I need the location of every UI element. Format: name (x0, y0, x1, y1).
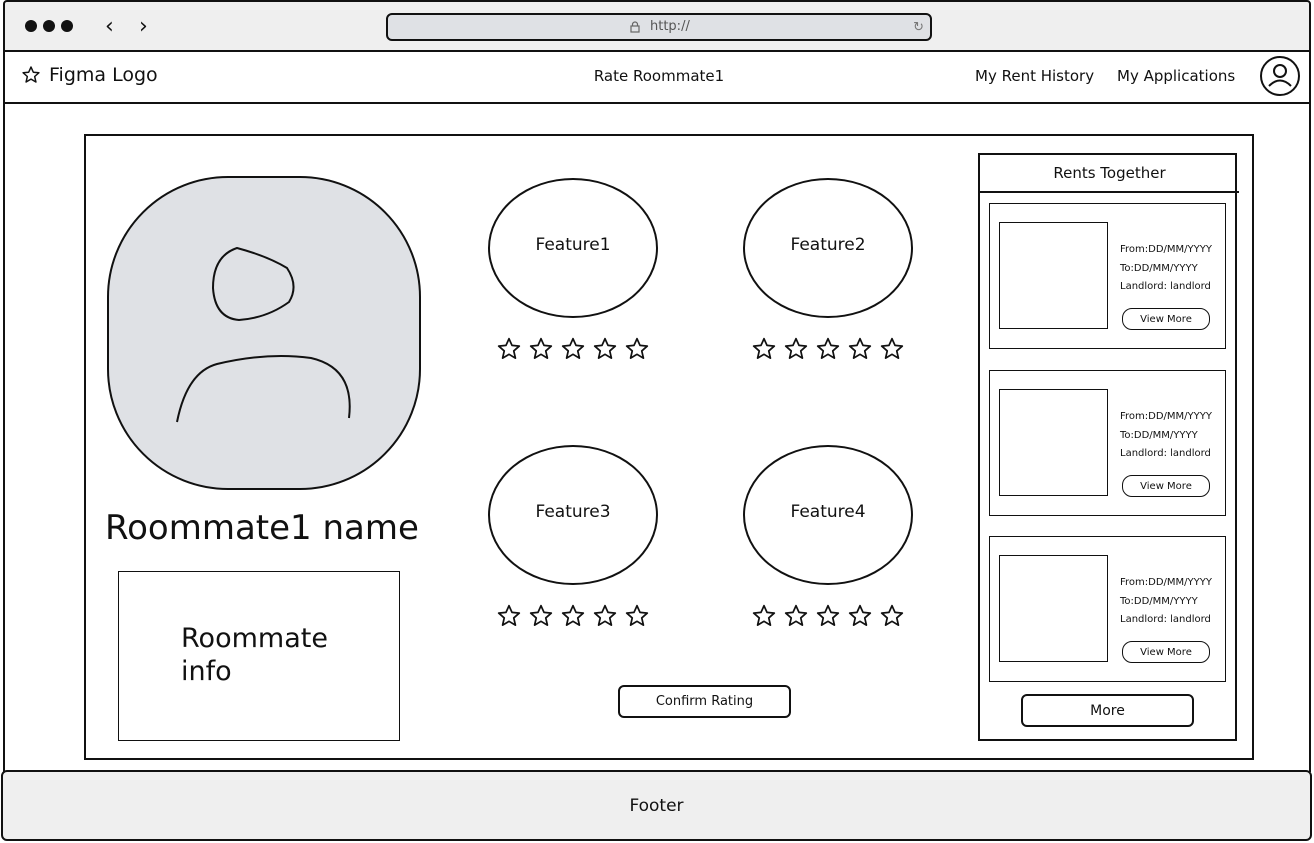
star-icon[interactable] (879, 603, 905, 629)
rents-together-panel: Rents Together From:DD/MM/YYYY To:DD/MM/… (978, 153, 1239, 741)
feature-1-label: Feature1 (535, 235, 611, 255)
star-icon[interactable] (624, 336, 650, 362)
applications-link[interactable]: My Applications (1117, 67, 1235, 85)
feature-2: Feature2 (743, 178, 915, 362)
top-navigation: Figma Logo Rate Roommate1 My Rent Histor… (3, 52, 1311, 104)
window-maximize-dot[interactable] (61, 20, 73, 32)
rent-thumbnail (999, 555, 1108, 662)
feature-3-oval[interactable]: Feature3 (488, 445, 658, 585)
roommate-name: Roommate1 name (105, 508, 419, 548)
browser-chrome: ‹ › http:// ↻ (3, 0, 1311, 52)
star-icon[interactable] (560, 603, 586, 629)
roommate-info-box: Roommate info (118, 571, 400, 741)
logo-label: Figma Logo (49, 64, 158, 86)
rent-thumbnail (999, 389, 1108, 496)
rent-card: From:DD/MM/YYYY To:DD/MM/YYYY Landlord: … (989, 203, 1226, 349)
rent-card: From:DD/MM/YYYY To:DD/MM/YYYY Landlord: … (989, 536, 1226, 682)
window-minimize-dot[interactable] (43, 20, 55, 32)
view-more-button[interactable]: View More (1122, 641, 1210, 663)
roommate-photo-placeholder (107, 176, 421, 490)
feature-4-rating (743, 603, 915, 629)
star-icon[interactable] (783, 336, 809, 362)
star-icon[interactable] (847, 603, 873, 629)
feature-4-oval[interactable]: Feature4 (743, 445, 913, 585)
star-icon[interactable] (496, 336, 522, 362)
feature-3-rating (488, 603, 660, 629)
address-bar[interactable]: http:// ↻ (386, 13, 932, 41)
logo[interactable]: Figma Logo (21, 64, 158, 86)
url-text: http:// (650, 19, 690, 34)
footer: Footer (1, 770, 1312, 841)
feature-4: Feature4 (743, 445, 915, 629)
star-icon[interactable] (624, 603, 650, 629)
star-icon[interactable] (528, 603, 554, 629)
star-icon[interactable] (560, 336, 586, 362)
rent-landlord: Landlord: landlord (1120, 614, 1211, 625)
window-close-dot[interactable] (25, 20, 37, 32)
rent-landlord: Landlord: landlord (1120, 281, 1211, 292)
rent-from-date: From:DD/MM/YYYY (1120, 244, 1212, 255)
star-icon[interactable] (751, 336, 777, 362)
rent-card: From:DD/MM/YYYY To:DD/MM/YYYY Landlord: … (989, 370, 1226, 516)
rent-from-date: From:DD/MM/YYYY (1120, 577, 1212, 588)
star-icon[interactable] (815, 603, 841, 629)
feature-1-rating (488, 336, 660, 362)
feature-2-oval[interactable]: Feature2 (743, 178, 913, 318)
star-icon[interactable] (592, 336, 618, 362)
rent-thumbnail (999, 222, 1108, 329)
star-icon[interactable] (751, 603, 777, 629)
back-arrow-icon[interactable]: ‹ (105, 14, 114, 40)
lock-icon (630, 21, 640, 33)
view-more-button[interactable]: View More (1122, 308, 1210, 330)
star-icon[interactable] (879, 336, 905, 362)
star-icon[interactable] (496, 603, 522, 629)
feature-3: Feature3 (488, 445, 660, 629)
forward-arrow-icon[interactable]: › (139, 14, 148, 40)
confirm-rating-button[interactable]: Confirm Rating (618, 685, 791, 718)
roommate-info-text: Roommate info (181, 623, 328, 687)
star-icon[interactable] (592, 603, 618, 629)
star-icon[interactable] (528, 336, 554, 362)
feature-4-label: Feature4 (790, 502, 866, 522)
rent-landlord: Landlord: landlord (1120, 448, 1211, 459)
star-icon[interactable] (783, 603, 809, 629)
star-logo-icon (22, 66, 40, 83)
feature-3-label: Feature3 (535, 502, 611, 522)
rent-history-link[interactable]: My Rent History (975, 67, 1094, 85)
rent-to-date: To:DD/MM/YYYY (1120, 596, 1198, 607)
feature-2-label: Feature2 (790, 235, 866, 255)
rent-to-date: To:DD/MM/YYYY (1120, 430, 1198, 441)
window-controls (25, 20, 73, 32)
reload-icon[interactable]: ↻ (913, 20, 924, 35)
rents-together-title: Rents Together (980, 155, 1239, 193)
feature-1-oval[interactable]: Feature1 (488, 178, 658, 318)
view-more-button[interactable]: View More (1122, 475, 1210, 497)
feature-1: Feature1 (488, 178, 660, 362)
star-icon[interactable] (847, 336, 873, 362)
rent-from-date: From:DD/MM/YYYY (1120, 411, 1212, 422)
user-avatar-icon[interactable] (1259, 55, 1301, 97)
feature-2-rating (743, 336, 915, 362)
rent-to-date: To:DD/MM/YYYY (1120, 263, 1198, 274)
more-rents-button[interactable]: More (1021, 694, 1194, 727)
star-icon[interactable] (815, 336, 841, 362)
footer-label: Footer (629, 795, 684, 816)
